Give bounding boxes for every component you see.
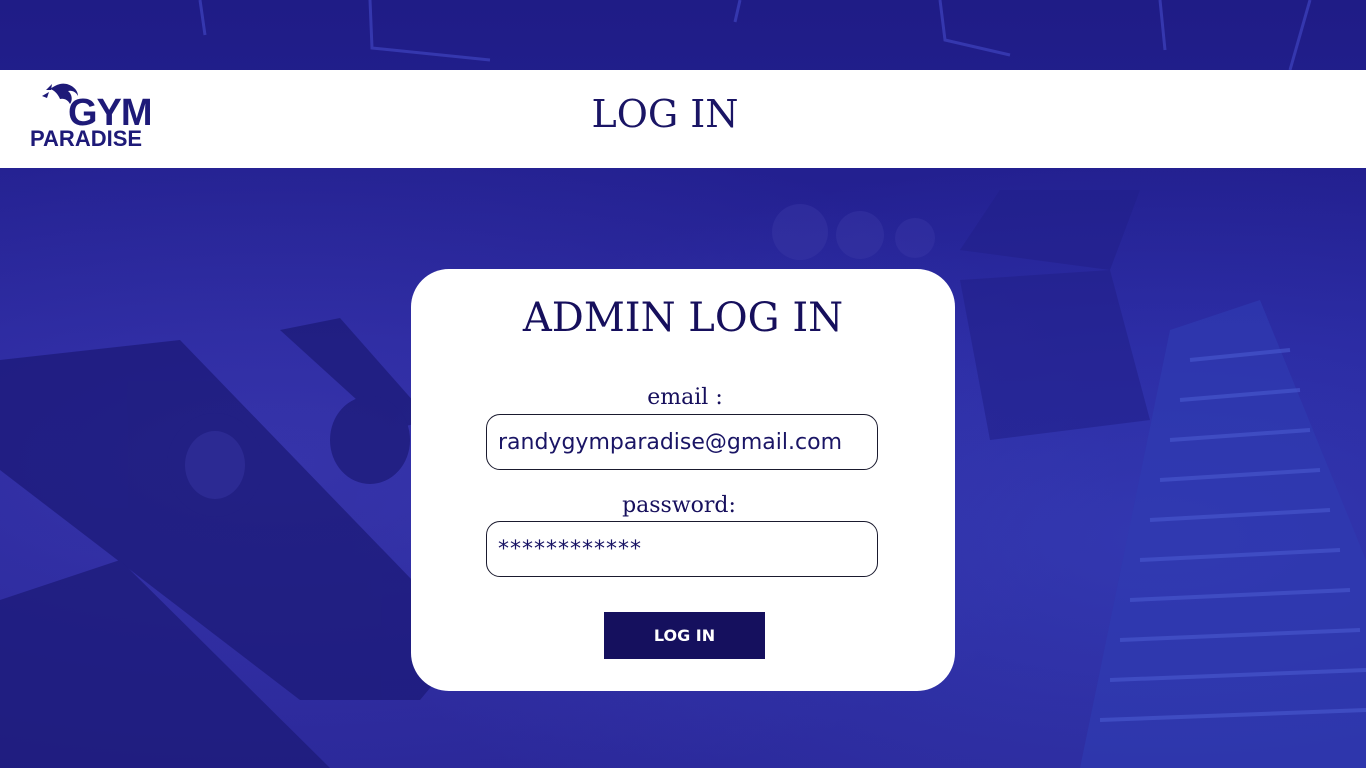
password-field[interactable] (486, 521, 878, 577)
gym-paradise-logo[interactable]: GYM PARADISE (28, 80, 162, 152)
email-field[interactable] (486, 414, 878, 470)
login-button[interactable]: LOG IN (604, 612, 765, 659)
admin-login-card: ADMIN LOG IN email : password: LOG IN (411, 269, 955, 691)
password-label: password: (622, 493, 736, 518)
logo-text-paradise: PARADISE (30, 126, 143, 151)
top-header-bar: GYM PARADISE LOG IN (0, 70, 1366, 168)
page-title: LOG IN (591, 92, 739, 136)
login-card-title: ADMIN LOG IN (522, 295, 844, 341)
email-label: email : (647, 385, 723, 410)
